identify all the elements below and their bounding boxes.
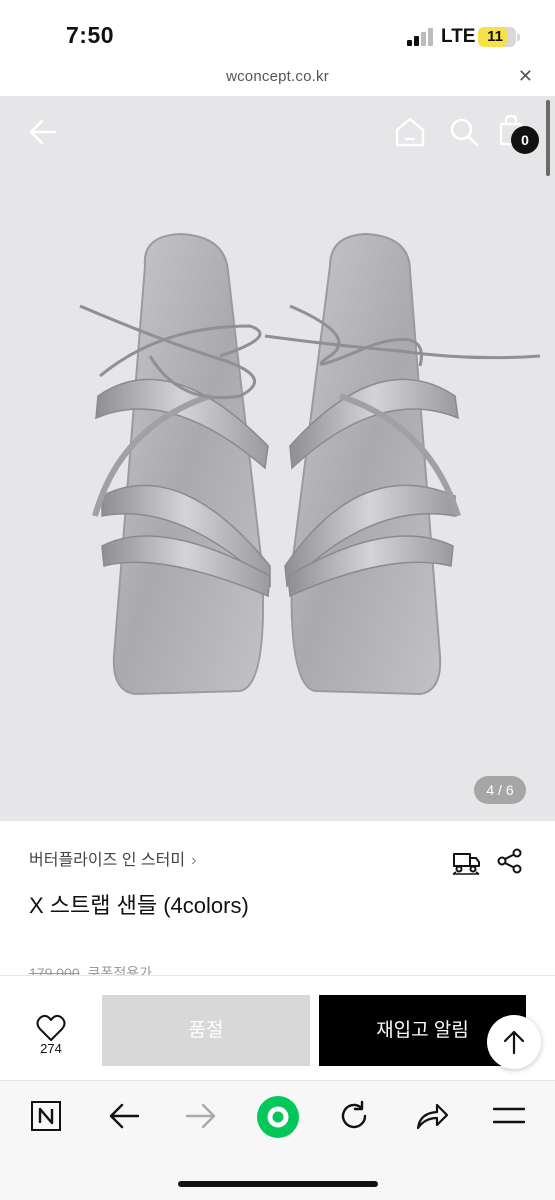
clock-time: 7:50 — [66, 22, 115, 48]
product-photo — [79, 232, 541, 696]
chevron-right-icon: › — [191, 852, 197, 869]
back-arrow-icon[interactable] — [28, 117, 58, 147]
status-bar: 7:50 LTE 11 — [0, 0, 555, 62]
scrollbar-thumb[interactable] — [546, 100, 550, 176]
signal-strength-icon — [407, 28, 435, 46]
url-text[interactable]: wconcept.co.kr — [0, 68, 555, 85]
browser-address-bar[interactable]: wconcept.co.kr ✕ — [0, 62, 555, 96]
naver-green-icon[interactable] — [256, 1095, 300, 1139]
battery-icon: 11 — [478, 27, 520, 47]
delivery-truck-icon[interactable] — [451, 848, 481, 876]
menu-icon[interactable] — [493, 1105, 525, 1127]
forward-icon[interactable] — [185, 1102, 217, 1130]
share-icon[interactable] — [415, 1101, 449, 1131]
brand-name[interactable]: 버터플라이즈 인 스터미 — [29, 852, 185, 869]
naver-n-icon[interactable] — [30, 1100, 62, 1132]
search-icon[interactable] — [449, 117, 479, 147]
home-indicator[interactable] — [178, 1181, 378, 1187]
like-count: 274 — [40, 1041, 62, 1056]
gallery-page-indicator: 4 / 6 — [474, 776, 526, 804]
arrow-up-icon — [503, 1030, 525, 1055]
scroll-to-top-button[interactable] — [487, 1015, 541, 1069]
right-sandal — [264, 232, 541, 696]
brand-link[interactable]: 버터플라이즈 인 스터미 › — [29, 846, 196, 870]
product-image-gallery[interactable] — [0, 96, 555, 821]
product-title: X 스트랩 샌들 (4colors) — [29, 893, 249, 918]
back-icon[interactable] — [108, 1102, 140, 1130]
battery-level: 11 — [487, 28, 503, 45]
share-icon[interactable] — [496, 847, 524, 875]
reload-icon[interactable] — [338, 1100, 370, 1132]
network-type: LTE — [441, 26, 476, 47]
close-icon[interactable]: ✕ — [518, 66, 533, 87]
home-icon[interactable] — [394, 116, 426, 148]
left-sandal — [79, 232, 271, 696]
soldout-button[interactable]: 품절 — [102, 995, 310, 1066]
cart-count-badge[interactable]: 0 — [511, 126, 539, 154]
